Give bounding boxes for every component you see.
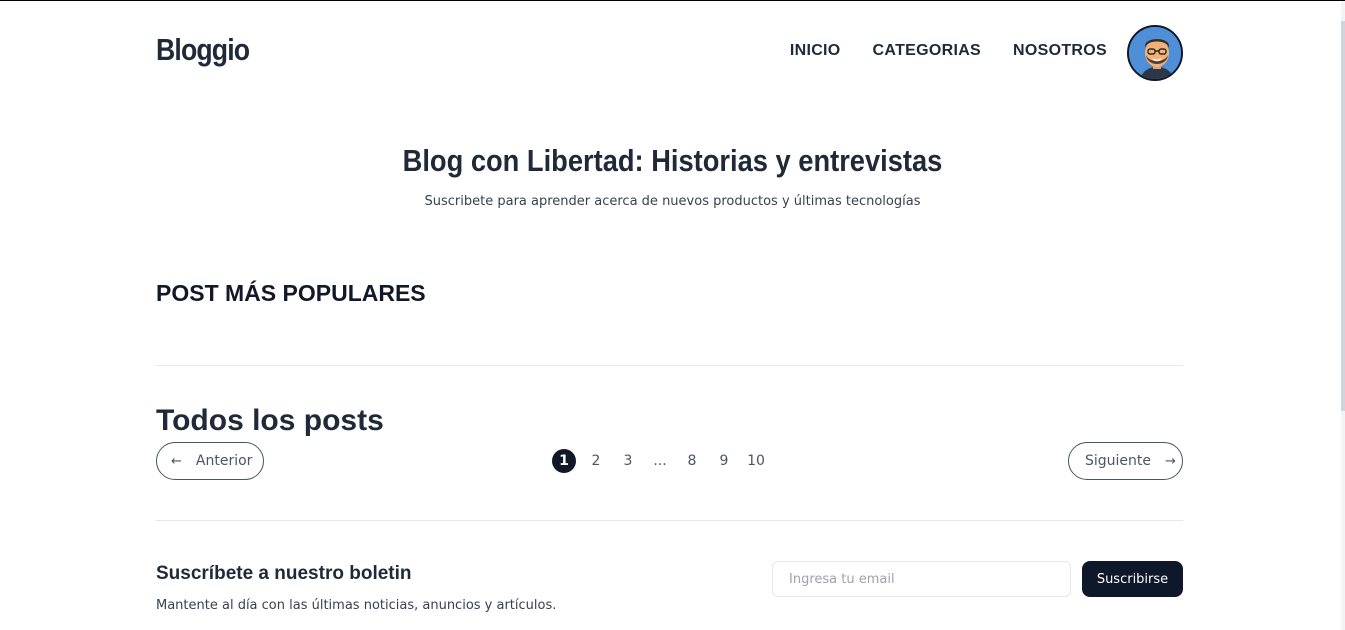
scrollbar-thumb[interactable] (1341, 21, 1345, 411)
email-input[interactable] (772, 561, 1071, 597)
popular-posts-heading: POST MÁS POPULARES (156, 280, 426, 306)
pagination: 1 2 3 ... 8 9 10 (552, 449, 776, 473)
next-page-button[interactable]: Siguiente → (1068, 442, 1183, 480)
section-divider (156, 365, 1183, 366)
previous-label: Anterior (195, 453, 253, 469)
page-3[interactable]: 3 (616, 449, 640, 473)
page-ellipsis: ... (653, 453, 667, 469)
page-2[interactable]: 2 (584, 449, 608, 473)
arrow-right-icon: → (1165, 453, 1176, 469)
newsletter-description: Mantente al día con las últimas noticias… (156, 598, 557, 613)
nav-item-categorias[interactable]: CATEGORIAS (873, 42, 981, 60)
page-1[interactable]: 1 (552, 449, 576, 473)
scrollbar[interactable] (1341, 1, 1345, 630)
site-logo[interactable]: Bloggio (156, 32, 250, 68)
top-border (0, 0, 1345, 1)
nav-item-nosotros[interactable]: NOSOTROS (1013, 42, 1107, 60)
section-divider (156, 520, 1183, 521)
main-nav: INICIO CATEGORIAS NOSOTROS (790, 42, 1107, 60)
page-8[interactable]: 8 (680, 449, 704, 473)
page-9[interactable]: 9 (712, 449, 736, 473)
nav-item-inicio[interactable]: INICIO (790, 42, 841, 60)
avatar-face-icon (1129, 27, 1181, 79)
hero-title: Blog con Libertad: Historias y entrevist… (402, 143, 943, 178)
site-header: Bloggio INICIO CATEGORIAS NOSOTROS (156, 22, 1183, 82)
page-10[interactable]: 10 (744, 449, 768, 473)
arrow-left-icon: ← (171, 453, 182, 469)
next-label: Siguiente (1085, 453, 1152, 469)
previous-page-button[interactable]: ← Anterior (156, 442, 264, 480)
subscribe-button[interactable]: Suscribirse (1082, 561, 1183, 597)
avatar[interactable] (1127, 25, 1183, 81)
hero-subtitle: Suscribete para aprender acerca de nuevo… (424, 194, 921, 209)
newsletter-title: Suscríbete a nuestro boletin (156, 563, 412, 584)
all-posts-heading: Todos los posts (156, 404, 384, 437)
